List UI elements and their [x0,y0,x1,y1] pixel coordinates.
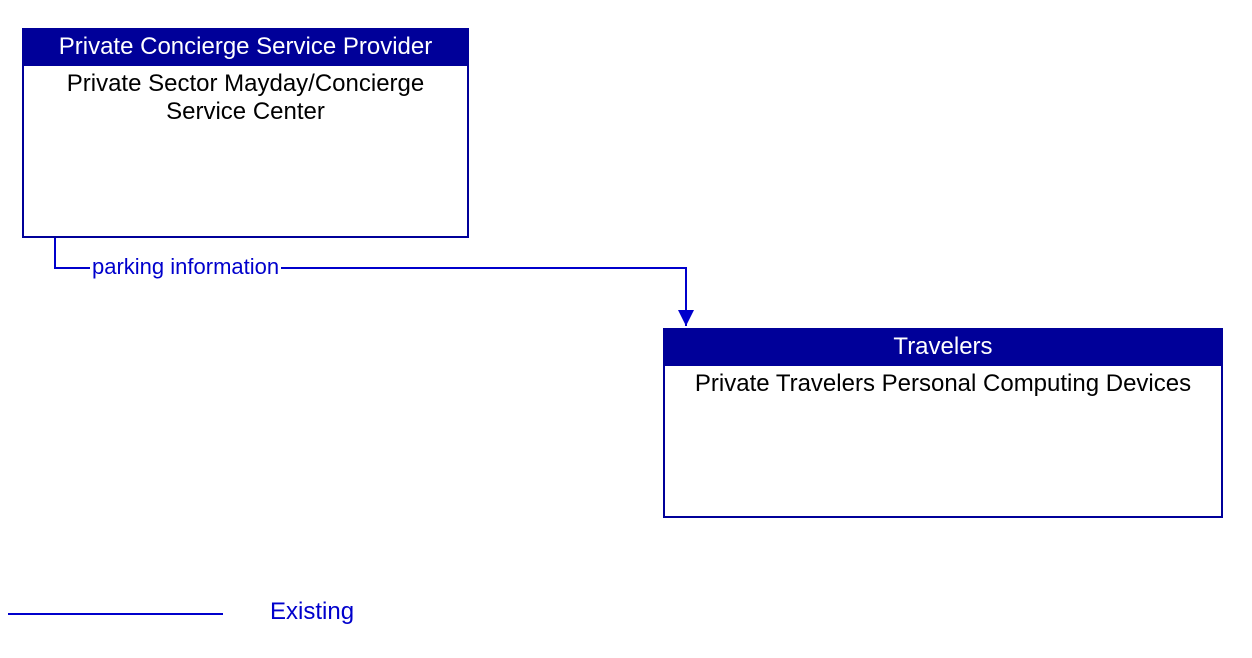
provider-box: Private Concierge Service Provider Priva… [22,28,469,238]
legend-line-existing [8,613,223,615]
provider-body: Private Sector Mayday/Concierge Service … [24,66,467,129]
flow-label: parking information [90,254,281,280]
travelers-body: Private Travelers Personal Computing Dev… [665,366,1221,402]
travelers-box: Travelers Private Travelers Personal Com… [663,328,1223,518]
travelers-header: Travelers [665,330,1221,366]
provider-header: Private Concierge Service Provider [24,30,467,66]
legend-label-existing: Existing [270,598,354,626]
